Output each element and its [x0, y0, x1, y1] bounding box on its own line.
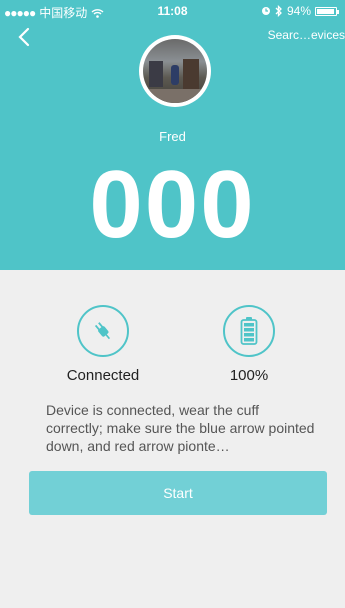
instructions-text: Device is connected, wear the cuff corre… [46, 402, 315, 454]
battery-status: 100% [189, 305, 309, 384]
search-devices-link[interactable]: Searc…evices [255, 28, 345, 42]
alarm-icon [261, 7, 270, 15]
battery-full-icon [223, 305, 275, 357]
battery-icon [315, 6, 339, 16]
connection-label: Connected [66, 367, 140, 384]
back-button[interactable] [14, 26, 36, 48]
connection-status: Connected [43, 305, 163, 384]
start-button[interactable]: Start [29, 471, 327, 515]
pressure-reading: 000 [89, 151, 256, 258]
header-panel: ●●●●● 中国移动 11:08 94% Searc…evices Fred 0… [0, 0, 345, 270]
bluetooth-icon [275, 5, 282, 17]
plug-icon [77, 305, 129, 357]
user-name: Fred [159, 129, 186, 144]
status-bar: ●●●●● 中国移动 11:08 94% [0, 0, 345, 24]
battery-percent: 94% [286, 4, 311, 18]
avatar-photo [143, 39, 207, 103]
battery-label: 100% [229, 367, 269, 384]
avatar [139, 35, 211, 107]
